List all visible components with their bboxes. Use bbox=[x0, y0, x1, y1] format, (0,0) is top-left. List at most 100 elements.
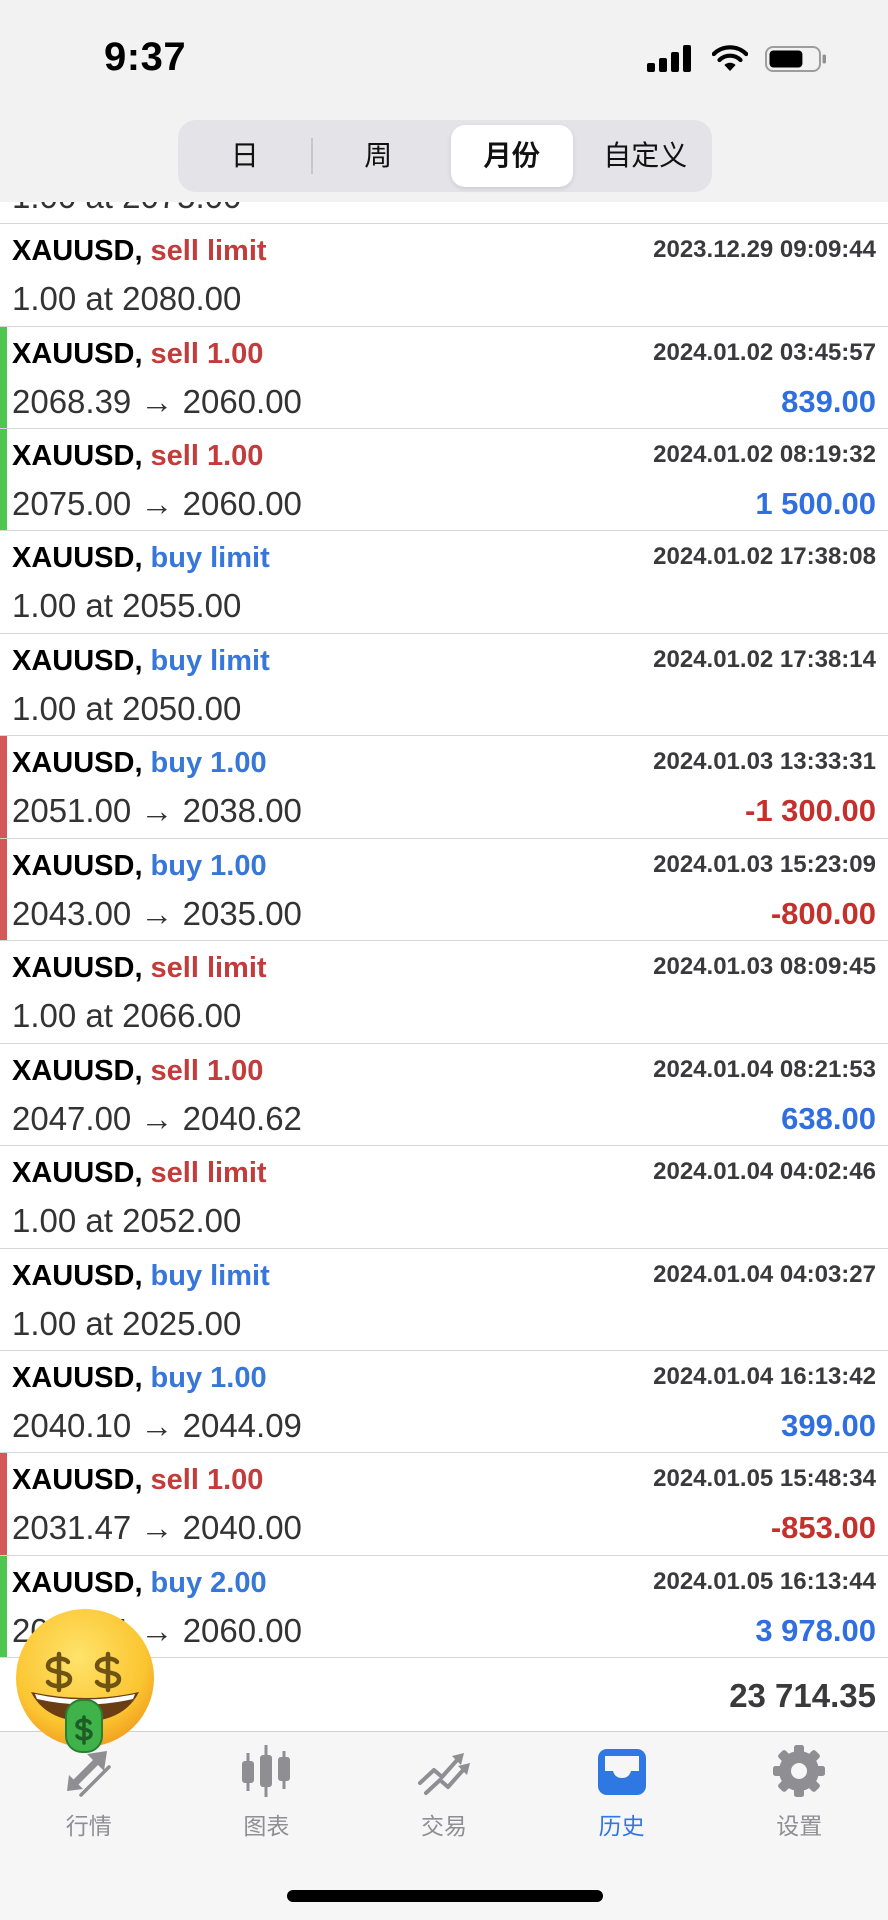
row-action: buy limit bbox=[150, 1259, 270, 1292]
row-symbol: XAUUSD, bbox=[12, 542, 143, 575]
row-symbol: XAUUSD, bbox=[12, 1054, 143, 1087]
tab-label-trade: 交易 bbox=[420, 1813, 467, 1839]
row-profit: 399.00 bbox=[781, 1407, 876, 1443]
row-title: XAUUSD, sell 1.00 bbox=[12, 438, 263, 474]
result-marker bbox=[0, 326, 7, 428]
row-details: 1.00 at 2025.00 bbox=[12, 1304, 242, 1342]
row-title: XAUUSD, sell limit bbox=[12, 1155, 267, 1191]
segment-month[interactable]: 月份 bbox=[445, 120, 579, 192]
row-symbol: XAUUSD, bbox=[12, 1259, 143, 1292]
tab-label-quotes: 行情 bbox=[65, 1813, 112, 1839]
segment-day[interactable]: 日 bbox=[178, 120, 312, 192]
history-row[interactable]: XAUUSD, sell 1.00 2024.01.05 15:48:34 2031.… bbox=[0, 1453, 888, 1556]
row-action: sell 1.00 bbox=[150, 440, 264, 472]
row-time: 2024.01.02 03:45:57 bbox=[653, 338, 876, 366]
row-time: 2024.01.03 08:09:45 bbox=[653, 953, 876, 981]
row-time: 2023.12.29 09:09:44 bbox=[653, 236, 876, 264]
status-time: 9:37 bbox=[104, 35, 187, 79]
home-indicator[interactable] bbox=[287, 1890, 603, 1902]
result-marker bbox=[0, 838, 7, 941]
segment-week[interactable]: 周 bbox=[312, 120, 446, 192]
history-list: 1.00 at 2075.00XAUUSD,sell limit2023.12.… bbox=[0, 121, 888, 1732]
tab-history[interactable]: 历史 bbox=[533, 1732, 711, 1852]
tab-chart[interactable]: 图表 bbox=[178, 1732, 356, 1852]
history-row[interactable]: XAUUSD, sell limit 2023.12.29 09:09:44 1.00… bbox=[0, 224, 888, 327]
row-title: XAUUSD, sell 1.00 bbox=[12, 1053, 263, 1089]
history-row[interactable]: XAUUSD, buy limit 2024.01.04 04:03:27 1.00 … bbox=[0, 1248, 888, 1351]
row-action: sell limit bbox=[150, 1157, 267, 1190]
row-profit: -853.00 bbox=[770, 1510, 876, 1546]
row-profit: -1 300.00 bbox=[745, 793, 876, 829]
history-row[interactable]: XAUUSD, sell 1.00 2024.01.02 08:19:32 2075.… bbox=[0, 429, 888, 532]
tab-settings[interactable]: 设置 bbox=[710, 1732, 888, 1852]
history-row[interactable]: XAUUSD, sell 1.00 2024.01.04 08:21:53 2047.… bbox=[0, 1043, 888, 1147]
row-profit: -800.00 bbox=[770, 895, 876, 931]
row-symbol: XAUUSD, bbox=[12, 235, 143, 268]
row-symbol: XAUUSD, bbox=[12, 849, 143, 882]
result-marker bbox=[0, 1555, 7, 1658]
history-row[interactable]: XAUUSD, sell limit 2024.01.03 08:09:45 1.00… bbox=[0, 941, 888, 1044]
row-details: 2040.10 → 2044.09 bbox=[12, 1406, 302, 1444]
row-title: XAUUSD, sell 1.00 bbox=[12, 1462, 263, 1498]
row-action: sell limit bbox=[150, 952, 267, 985]
row-action: sell limit bbox=[150, 235, 267, 268]
row-symbol: XAUUSD, bbox=[12, 1566, 143, 1599]
result-marker bbox=[0, 1453, 7, 1555]
row-action: buy 1.00 bbox=[150, 849, 267, 882]
history-row[interactable]: XAUUSD, buy 1.00 2024.01.03 15:23:09 2043.0… bbox=[0, 838, 888, 942]
settings-gear-icon bbox=[773, 1745, 826, 1797]
history-row[interactable]: XAUUSD, buy 1.00 2024.01.03 13:33:31 2051.0… bbox=[0, 736, 888, 839]
history-row[interactable]: XAUUSD, buy 1.00 2024.01.04 16:13:42 2040.1… bbox=[0, 1350, 888, 1454]
row-title: XAUUSD, sell 1.00 bbox=[12, 336, 263, 372]
row-time: 2024.01.04 04:02:46 bbox=[653, 1158, 876, 1186]
row-details: 1.00 at 2050.00 bbox=[12, 689, 242, 727]
row-symbol: XAUUSD, bbox=[12, 1157, 143, 1190]
row-details: 2031.47 → 2040.00 bbox=[12, 1509, 302, 1547]
row-details: 1.00 at 2055.00 bbox=[12, 587, 242, 625]
history-row[interactable]: XAUUSD, buy limit 2024.01.02 17:38:08 1.00 … bbox=[0, 531, 888, 634]
row-action: sell 1.00 bbox=[150, 1054, 264, 1087]
row-symbol: XAUUSD, bbox=[12, 1361, 143, 1394]
row-profit: 638.00 bbox=[781, 1100, 876, 1136]
row-details: 1.00 at 2080.00 bbox=[12, 280, 242, 318]
row-title: XAUUSD, buy 1.00 bbox=[12, 848, 267, 884]
history-row[interactable]: XAUUSD, sell limit 2024.01.04 04:02:46 1.00… bbox=[0, 1146, 888, 1249]
row-action: sell 1.00 bbox=[150, 337, 264, 370]
candlestick-chart-icon bbox=[242, 1745, 291, 1797]
period-segmented-control: 日 周 月份 自定义 bbox=[178, 120, 712, 192]
row-title: XAUUSD, buy 1.00 bbox=[12, 745, 267, 781]
row-details: 2051.00 → 2038.00 bbox=[12, 792, 302, 830]
row-details: 2047.00 → 2040.62 bbox=[12, 1099, 302, 1137]
row-profit: 839.00 bbox=[781, 383, 876, 419]
row-time: 2024.01.05 15:48:34 bbox=[653, 1465, 876, 1493]
segment-custom[interactable]: 自定义 bbox=[579, 120, 713, 192]
history-row[interactable]: XAUUSD, sell 1.00 2024.01.02 03:45:57 2068.… bbox=[0, 326, 888, 429]
history-row[interactable]: XAUUSD, buy limit 2024.01.02 17:38:14 1.00 … bbox=[0, 633, 888, 737]
tab-label-chart: 图表 bbox=[243, 1813, 290, 1839]
trade-trend-icon bbox=[417, 1753, 470, 1795]
tab-trade[interactable]: 交易 bbox=[355, 1732, 533, 1852]
row-symbol: XAUUSD, bbox=[12, 952, 143, 985]
row-symbol: XAUUSD, bbox=[12, 644, 143, 677]
battery-icon bbox=[765, 46, 826, 72]
row-time: 2024.01.03 15:23:09 bbox=[653, 850, 876, 878]
row-time: 2024.01.04 08:21:53 bbox=[653, 1055, 876, 1083]
row-title: XAUUSD, buy limit bbox=[12, 643, 270, 679]
row-action: buy 1.00 bbox=[150, 747, 267, 780]
row-time: 2024.01.04 04:03:27 bbox=[653, 1260, 876, 1288]
row-details: 2068.39 → 2060.00 bbox=[12, 382, 302, 420]
header-bar: 9:37 日 周 月份 自定义 bbox=[0, 0, 888, 202]
row-details: 1.00 at 2052.00 bbox=[12, 1202, 242, 1240]
row-details: 1.00 at 2066.00 bbox=[12, 997, 242, 1035]
cellular-signal-icon bbox=[647, 45, 691, 72]
row-profit: 3 978.00 bbox=[755, 1612, 876, 1648]
row-symbol: XAUUSD, bbox=[12, 337, 143, 370]
total-profit: 23 714.35 bbox=[729, 1677, 876, 1715]
row-details: 2043.00 → 2035.00 bbox=[12, 894, 302, 932]
row-time: 2024.01.04 16:13:42 bbox=[653, 1362, 876, 1390]
result-marker bbox=[0, 736, 7, 838]
wifi-icon bbox=[712, 45, 748, 71]
row-title: XAUUSD, sell limit bbox=[12, 233, 267, 269]
tab-label-settings: 设置 bbox=[776, 1813, 823, 1839]
money-mouth-face-emoji bbox=[16, 1609, 154, 1753]
